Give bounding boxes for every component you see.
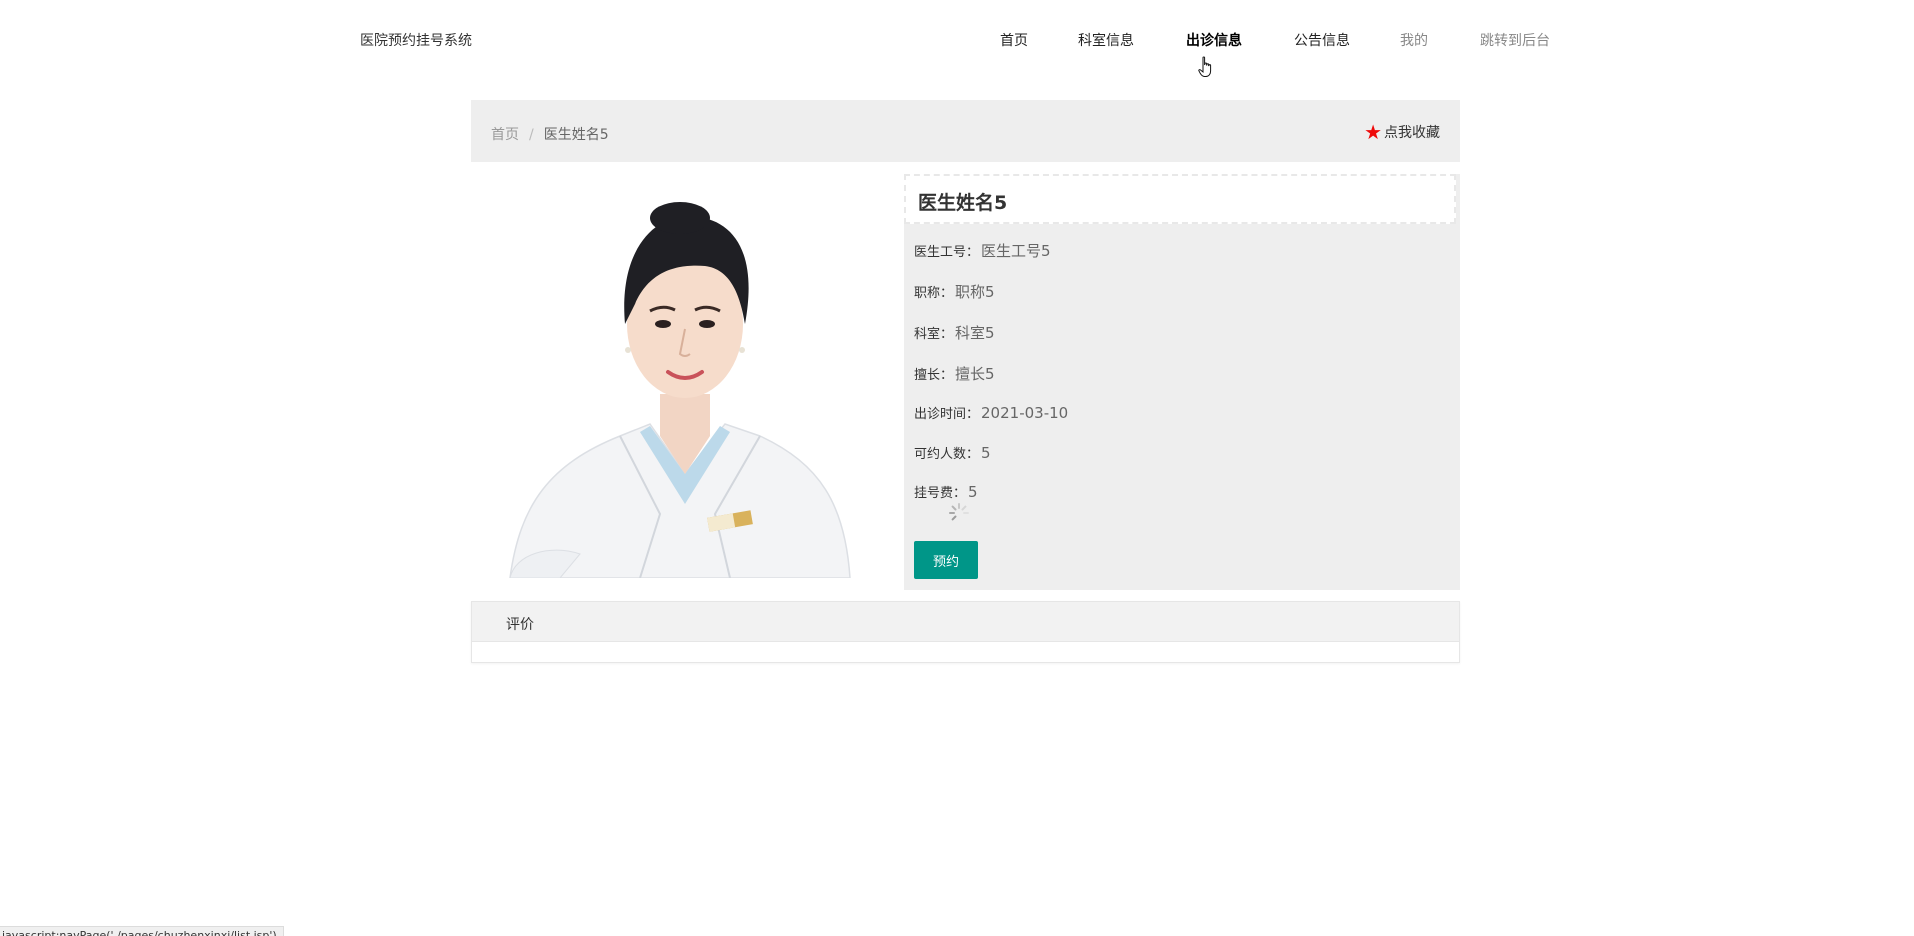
nav-item-announcements[interactable]: 公告信息 — [1294, 30, 1350, 50]
collect-label: 点我收藏 — [1384, 125, 1440, 141]
field-value: 2021-03-10 — [981, 404, 1069, 422]
field-label: 出诊时间： — [914, 407, 980, 422]
breadcrumb-bar: 首页 / 医生姓名5 ★ 点我收藏 — [471, 100, 1460, 162]
page: 医院预约挂号系统 首页 科室信息 出诊信息 公告信息 我的 跳转到后台 首页 / 医… — [0, 0, 1914, 936]
doctor-photo — [490, 174, 880, 578]
field-available-slots: 可约人数： 5 — [914, 443, 991, 462]
field-visit-time: 出诊时间： 2021-03-10 — [914, 403, 1068, 422]
field-label: 医生工号： — [914, 245, 980, 260]
field-label: 挂号费： — [914, 486, 967, 501]
nav-item-admin[interactable]: 跳转到后台 — [1480, 30, 1550, 50]
doctor-name: 医生姓名5 — [904, 174, 1456, 224]
field-value: 擅长5 — [955, 365, 995, 383]
field-value: 职称5 — [955, 283, 995, 301]
field-value: 科室5 — [955, 324, 995, 342]
field-label: 科室： — [914, 327, 954, 342]
nav-item-home[interactable]: 首页 — [1000, 30, 1028, 50]
nav-item-schedule[interactable]: 出诊信息 — [1186, 30, 1242, 50]
review-section: 评价 — [471, 601, 1460, 663]
review-header: 评价 — [472, 602, 1459, 642]
field-doctor-id: 医生工号： 医生工号5 — [914, 240, 1051, 261]
star-icon: ★ — [1364, 120, 1382, 144]
breadcrumb-current: 医生姓名5 — [543, 127, 609, 143]
tab-review[interactable]: 评价 — [506, 614, 534, 634]
nav-item-departments[interactable]: 科室信息 — [1078, 30, 1134, 50]
field-value: 医生工号5 — [981, 242, 1051, 260]
browser-status-bar: javascript:navPage('./pages/chuzhenxinxi… — [0, 926, 284, 936]
field-label: 擅长： — [914, 368, 954, 383]
breadcrumb-separator: / — [529, 127, 534, 143]
hand-cursor-icon — [1198, 56, 1212, 77]
field-value: 5 — [968, 483, 978, 501]
nav-item-mine[interactable]: 我的 — [1400, 30, 1428, 50]
collect-button[interactable]: ★ 点我收藏 — [1364, 122, 1440, 142]
breadcrumb: 首页 / 医生姓名5 — [491, 124, 609, 144]
field-specialty: 擅长： 擅长5 — [914, 363, 995, 384]
field-label: 职称： — [914, 286, 954, 301]
field-title: 职称： 职称5 — [914, 281, 995, 302]
breadcrumb-home-link[interactable]: 首页 — [491, 127, 519, 143]
loading-spinner-icon — [949, 503, 969, 521]
field-value: 5 — [981, 444, 991, 462]
field-label: 可约人数： — [914, 447, 980, 462]
field-fee: 挂号费： 5 — [914, 482, 978, 501]
book-button[interactable]: 预约 — [914, 541, 978, 579]
top-nav: 首页 科室信息 出诊信息 公告信息 我的 跳转到后台 — [0, 30, 1914, 50]
field-department: 科室： 科室5 — [914, 322, 995, 343]
